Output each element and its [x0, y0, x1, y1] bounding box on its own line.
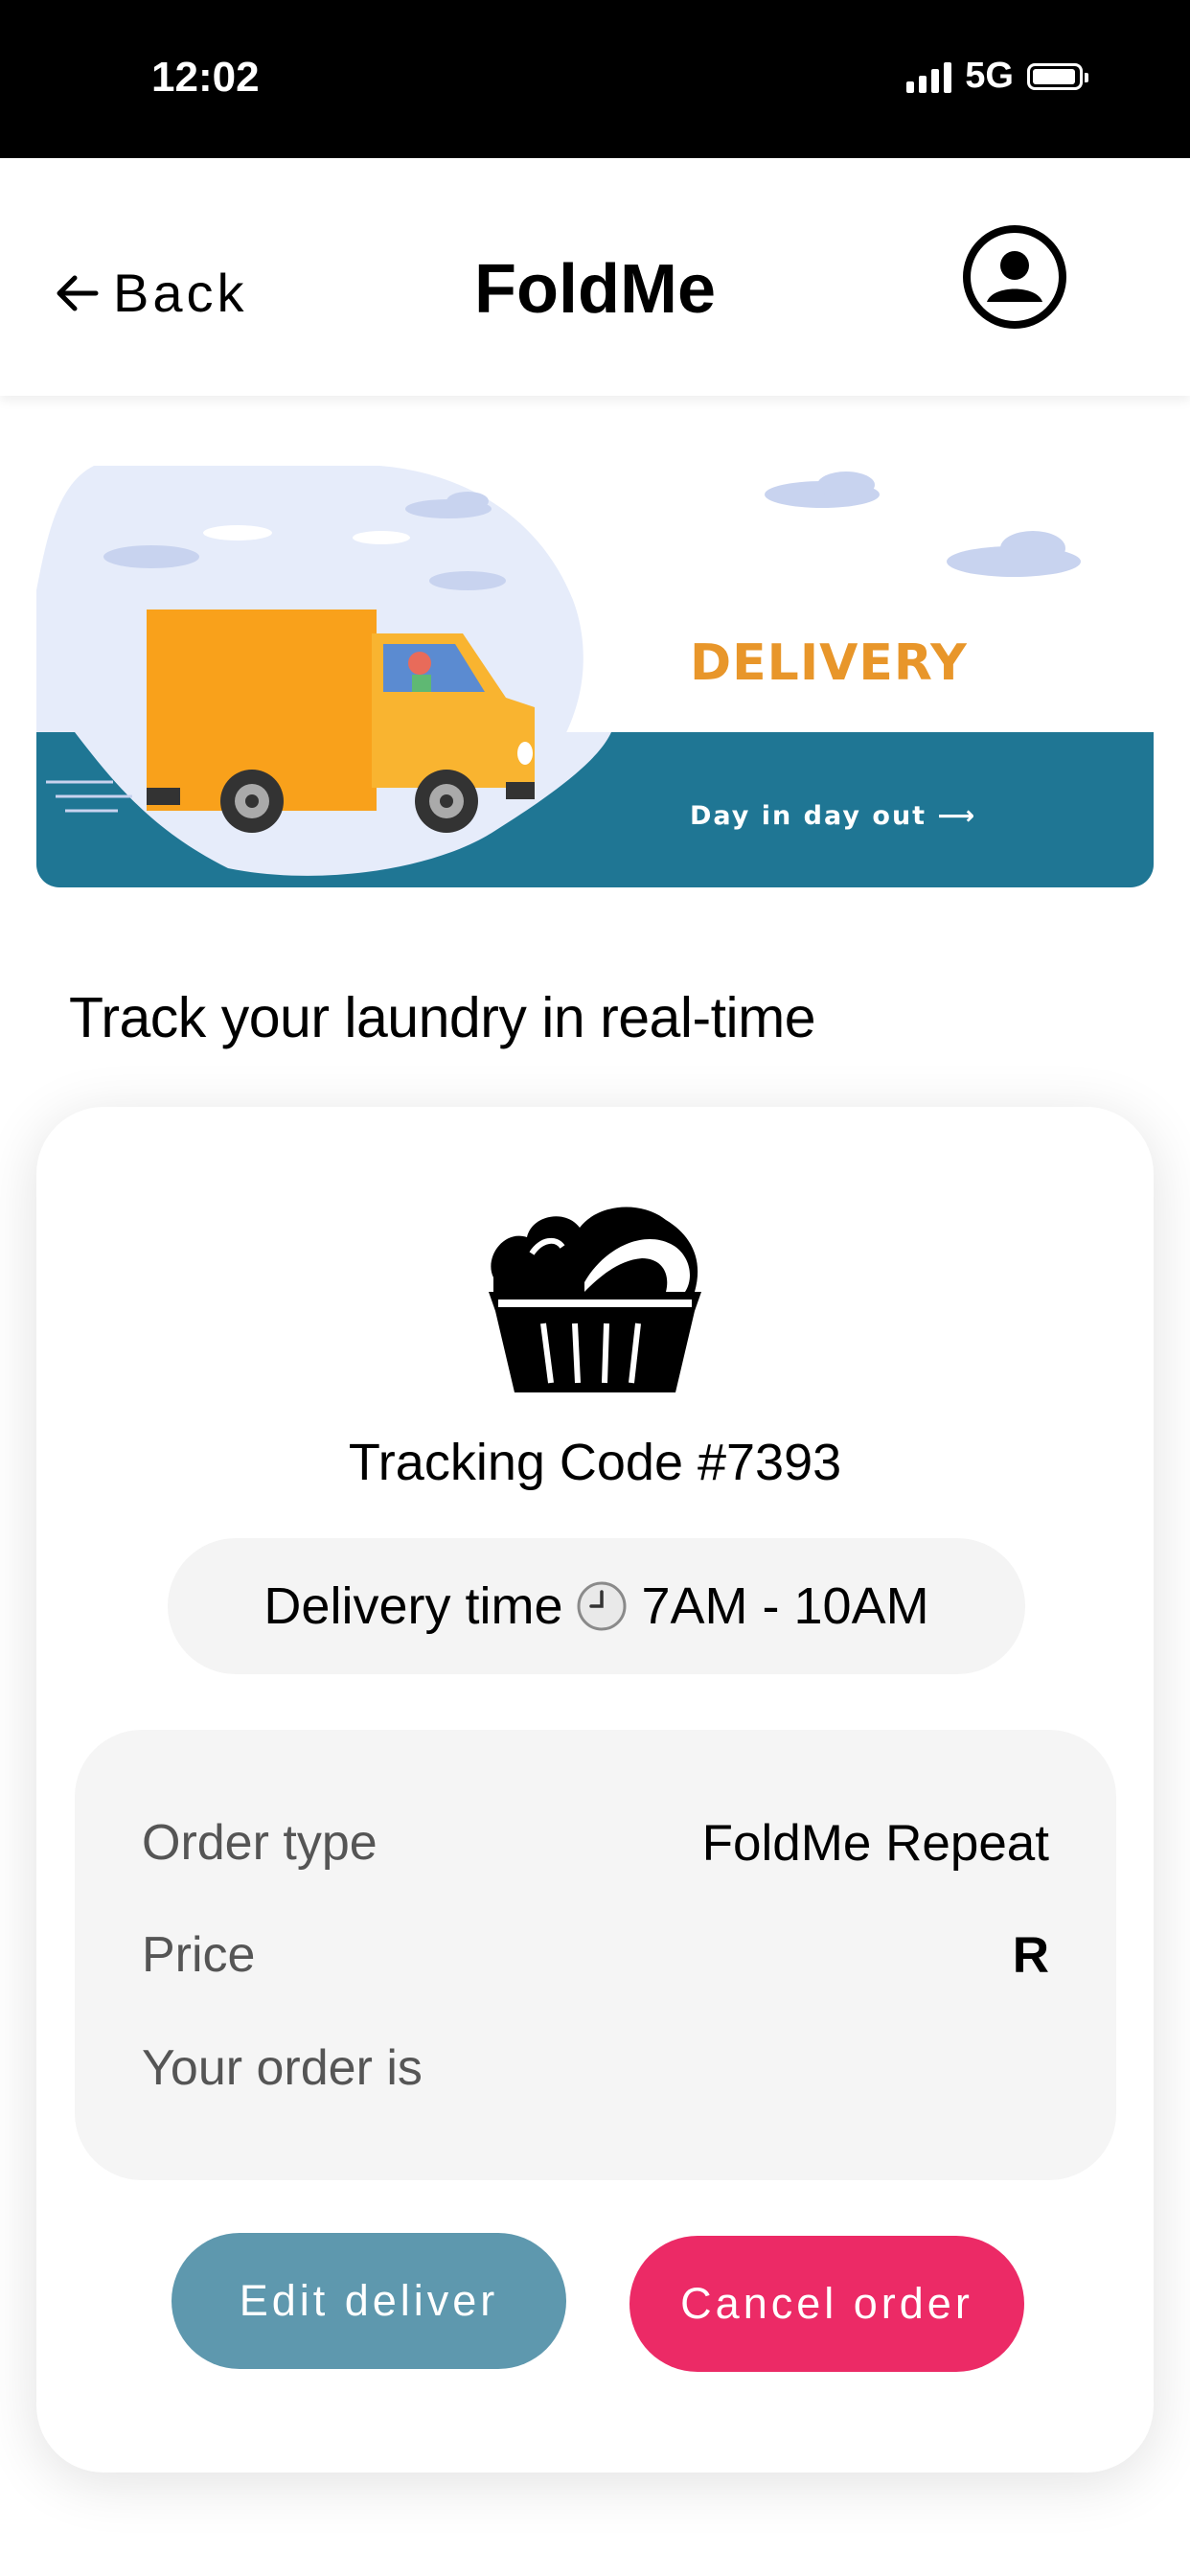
order-type-label: Order type — [142, 1815, 378, 1871]
battery-level — [1033, 68, 1075, 84]
delivery-time-pill: Delivery time 7AM - 10AM — [168, 1538, 1025, 1674]
network-type: 5G — [965, 56, 1014, 96]
section-title: Track your laundry in real-time — [69, 986, 816, 1049]
order-type-row: Order type FoldMe Repeat — [142, 1809, 1049, 1876]
app-header: Back FoldMe — [0, 158, 1190, 396]
order-details: Order type FoldMe Repeat Price R Your or… — [75, 1730, 1116, 2180]
clock-icon — [577, 1581, 627, 1631]
price-row: Price R — [142, 1921, 1049, 1989]
laundry-basket-icon — [489, 1207, 701, 1392]
delivery-time-value: 7AM - 10AM — [641, 1577, 929, 1635]
price-label: Price — [142, 1927, 256, 1983]
signal-icon — [906, 60, 952, 93]
delivery-truck-illustration — [36, 466, 1154, 887]
banner-title: DELIVERY — [690, 634, 968, 692]
status-time: 12:02 — [151, 54, 260, 101]
order-type-value: FoldMe Repeat — [701, 1814, 1049, 1872]
status-bar: 12:02 5G — [0, 0, 1190, 158]
price-value: R — [1012, 1926, 1049, 1984]
cancel-order-button[interactable]: Cancel order — [629, 2236, 1024, 2372]
tracking-code: Tracking Code #7393 — [348, 1434, 842, 1491]
delivery-banner: DELIVERY Day in day out ⟶ — [36, 466, 1154, 887]
edit-delivery-button[interactable]: Edit deliver — [172, 2233, 566, 2369]
order-status-label: Your order is — [142, 2040, 423, 2096]
battery-icon — [1027, 62, 1088, 90]
status-indicators: 5G — [906, 56, 1088, 97]
delivery-time-label: Delivery time — [263, 1577, 563, 1635]
user-circle-icon[interactable] — [961, 223, 1068, 331]
banner-tagline: Day in day out ⟶ — [690, 801, 977, 831]
order-status-row: Your order is — [142, 2035, 1049, 2102]
order-card: Tracking Code #7393 Delivery time 7AM - … — [36, 1107, 1154, 2472]
